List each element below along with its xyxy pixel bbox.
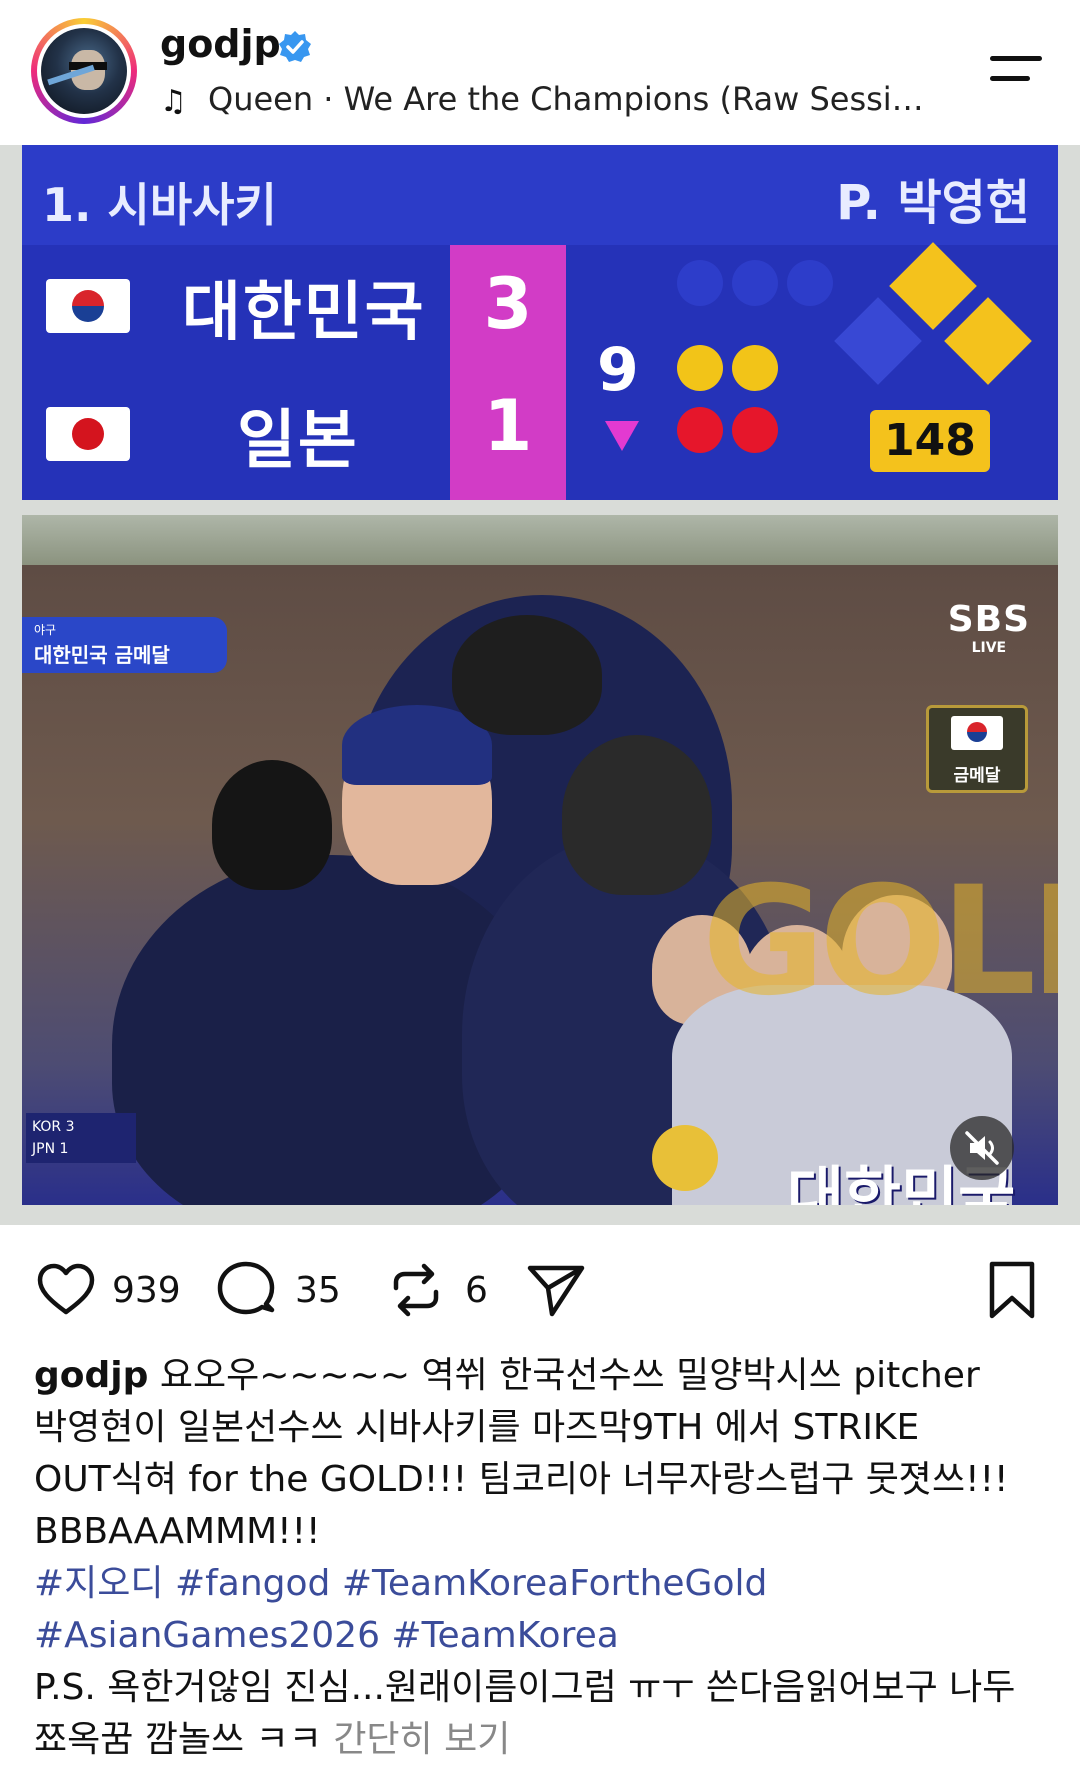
sbs-logo: SBS LIVE	[947, 599, 1030, 656]
avatar[interactable]	[31, 18, 137, 124]
first-base-icon	[944, 297, 1032, 385]
caption-text: OUT식혀 for the GOLD!!! 팀코리아 너무자랑스럽구 뭇졋쓰!!…	[34, 1459, 1009, 1500]
mini-scoreboard: KOR 3 JPN 1	[26, 1113, 136, 1163]
tv-broadcast: GOLD 야구 대한민국 금메달 SBS LIVE 금메달 대한민국 KOR 3…	[22, 565, 1058, 1205]
post-image[interactable]: 1. 시바사키 P. 박영현 대한민국 일본 3 1 9 148 GOL 야구 …	[0, 145, 1080, 1225]
home-team: 대한민국	[182, 276, 426, 350]
heart-icon[interactable]	[34, 1258, 98, 1322]
post-header: godjp ♫ Queen · We Are the Champions (Ra…	[0, 0, 1080, 145]
repost-count[interactable]: 6	[465, 1270, 488, 1311]
caption-ps: P.S. 욕한거않임 진심...원래이름이그럼 ㅠㅜ 쓴다음읽어보구 나두	[34, 1667, 1016, 1708]
caption-text: 요오우~~~~~ 역쒸 한국선수쓰 밀양박시쓰 pitcher	[148, 1355, 980, 1396]
music-track[interactable]: Queen · We Are the Champions (Raw Sessio…	[208, 80, 928, 118]
caption-text: BBBAAAMMM!!!	[34, 1511, 321, 1552]
gold-medal-icon	[652, 1125, 718, 1191]
action-bar: 939 35 6	[0, 1228, 1080, 1348]
music-note-icon: ♫	[160, 84, 187, 119]
repost-icon[interactable]	[384, 1258, 448, 1322]
gold-graphic: GOLD	[702, 855, 1058, 1029]
pitcher-label: P. 박영현	[836, 175, 1030, 231]
bookmark-icon[interactable]	[980, 1258, 1044, 1322]
scoreboard: 1. 시바사키 P. 박영현 대한민국 일본 3 1 9 148	[22, 145, 1058, 500]
like-count[interactable]: 939	[112, 1270, 181, 1311]
pitch-speed: 148	[870, 410, 990, 472]
caption-username[interactable]: godjp	[34, 1355, 148, 1396]
score-column: 3 1	[450, 245, 566, 500]
caption-text: 박영현이 일본선수쓰 시바사키를 마즈막9TH 에서 STRIKE	[34, 1407, 920, 1448]
hashtags[interactable]: #지오디 #fangod #TeamKoreaFortheGold	[34, 1558, 1044, 1610]
mute-button[interactable]	[950, 1116, 1014, 1180]
share-icon[interactable]	[524, 1258, 588, 1322]
out-dot	[732, 407, 778, 453]
home-score: 3	[483, 263, 533, 345]
out-dot	[677, 407, 723, 453]
second-base-icon	[889, 242, 977, 330]
comment-icon[interactable]	[214, 1258, 278, 1322]
gold-medal-badge: 야구 대한민국 금메달	[22, 617, 227, 673]
medal-flag-badge: 금메달	[926, 705, 1028, 793]
avatar-image	[41, 28, 127, 114]
username[interactable]: godjp	[160, 22, 281, 66]
third-base-icon	[834, 297, 922, 385]
korea-flag-icon	[46, 279, 130, 333]
show-less-link[interactable]: 간단히 보기	[333, 1719, 510, 1760]
ball-dot	[677, 345, 723, 391]
inning: 9	[597, 335, 639, 405]
away-team: 일본	[237, 404, 359, 478]
hashtags[interactable]: #AsianGames2026 #TeamKorea	[34, 1610, 1044, 1662]
batter-label: 1. 시바사키	[42, 178, 277, 232]
menu-button[interactable]	[984, 50, 1044, 90]
caption: godjp 요오우~~~~~ 역쒸 한국선수쓰 밀양박시쓰 pitcher 박영…	[34, 1350, 1044, 1766]
caption-ps: 쬬옥꿈 깜놀쓰 ㅋㅋ	[34, 1719, 322, 1760]
speaker-muted-icon	[965, 1131, 999, 1165]
comment-count[interactable]: 35	[295, 1270, 341, 1311]
verified-badge-icon	[279, 31, 311, 62]
away-score: 1	[483, 385, 533, 467]
ball-dot	[732, 345, 778, 391]
japan-flag-icon	[46, 407, 130, 461]
bottom-inning-arrow-icon	[605, 421, 639, 451]
